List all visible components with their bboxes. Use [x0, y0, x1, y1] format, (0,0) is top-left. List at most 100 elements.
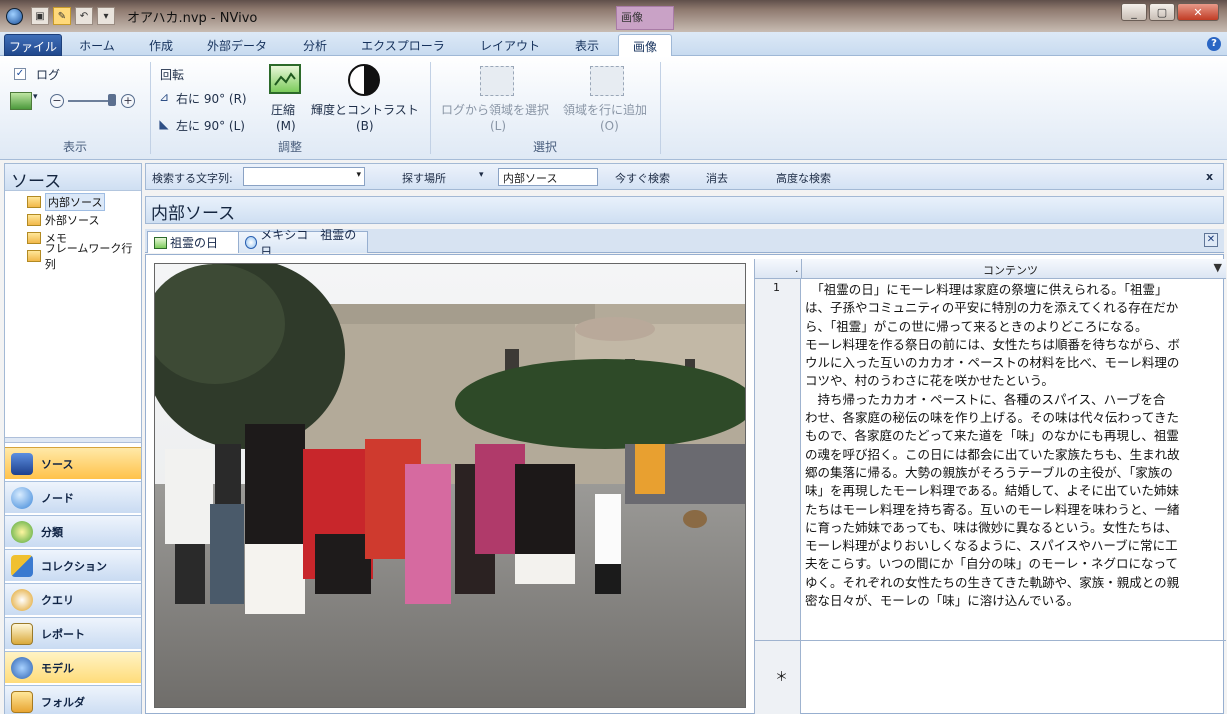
- tab-analyze[interactable]: 分析: [284, 34, 346, 56]
- quick-access-toolbar: ▣ ✎ ↶ ▾: [31, 7, 115, 25]
- content-line: モーレ料理を作る祭日の前には、女性たちは順番を待ちながら、ボ: [805, 336, 1181, 352]
- collections-icon: [11, 554, 33, 577]
- qat-customize-icon[interactable]: ▾: [97, 7, 115, 25]
- tab-home[interactable]: ホーム: [66, 34, 128, 56]
- chevron-down-icon[interactable]: ▾: [356, 170, 361, 180]
- nav-queries-button[interactable]: クエリ: [5, 583, 141, 615]
- add-region-shortcut: (O): [600, 119, 619, 133]
- folder-icon: [27, 214, 41, 226]
- nav-models-button[interactable]: モデル: [5, 651, 141, 683]
- content-line: ら、「祖霊」がこの世に帰って来るときのよりどころになる。: [805, 318, 1148, 334]
- compress-button-label[interactable]: 圧縮: [271, 101, 295, 118]
- maximize-button[interactable]: ▢: [1149, 3, 1175, 21]
- content-line: ゆく。それぞれの女性たちの生きてきた軌跡や、家族・親成との親: [805, 574, 1180, 590]
- log-checkbox[interactable]: ✓: [14, 68, 26, 80]
- window-title: オアハカ.nvp - NVivo: [127, 10, 258, 26]
- rotate-left-icon: ◣: [159, 117, 169, 131]
- row-header-marker: .: [795, 262, 799, 275]
- help-icon[interactable]: ?: [1207, 37, 1221, 51]
- minimize-button[interactable]: _: [1121, 3, 1147, 21]
- filter-icon[interactable]: ▼: [1214, 261, 1222, 274]
- find-now-button[interactable]: 今すぐ検索: [615, 170, 670, 186]
- save-icon[interactable]: ▣: [31, 7, 49, 25]
- tab-create[interactable]: 作成: [132, 34, 190, 56]
- folder-icon: [27, 196, 41, 208]
- log-content-cell[interactable]: 「祖霊の日」にモーレ料理は家庭の祭壇に供えられる。「祖霊」 は、子孫やコミュニテ…: [805, 281, 1225, 610]
- brightness-contrast-icon[interactable]: [348, 64, 380, 96]
- zoom-out-button[interactable]: −: [50, 94, 64, 108]
- photo-image[interactable]: [154, 263, 746, 708]
- log-grid-header: . コンテンツ ▼: [755, 259, 1226, 279]
- nav-nodes-button[interactable]: ノード: [5, 481, 141, 513]
- nav-reports-button[interactable]: レポート: [5, 617, 141, 649]
- row-number[interactable]: 1: [773, 281, 780, 294]
- zoom-in-button[interactable]: +: [121, 94, 135, 108]
- nvivo-app-icon[interactable]: [6, 7, 23, 25]
- tab-file[interactable]: ファイル: [4, 34, 62, 56]
- find-bar: 検索する文字列: ▾ 探す場所 ▾ 内部ソース 今すぐ検索 消去 高度な検索 x: [145, 163, 1224, 190]
- doc-tab-ancestor-day[interactable]: 祖霊の日: [147, 231, 239, 253]
- classifications-icon: [11, 520, 33, 543]
- new-row-marker[interactable]: ＊: [775, 666, 788, 685]
- select-region-from-log-button[interactable]: ログから領域を選択: [441, 101, 549, 118]
- queries-icon: [11, 588, 33, 611]
- rotate-left-button[interactable]: 左に 90° (L): [176, 117, 245, 134]
- folder-icon: [27, 250, 41, 262]
- node-icon: [245, 236, 258, 249]
- nav-classifications-button[interactable]: 分類: [5, 515, 141, 547]
- group-label-select: 選択: [532, 140, 557, 154]
- column-header-content[interactable]: コンテンツ: [983, 262, 1038, 278]
- ribbon-tab-bar: ファイル ホーム 作成 外部データ 分析 エクスプローラ レイアウト 表示 画像: [0, 32, 1227, 56]
- close-find-bar-button[interactable]: x: [1206, 170, 1213, 183]
- doc-tab-mexico-ancestor-day[interactable]: メキシコ 祖霊の日: [238, 228, 368, 259]
- content-line: に育った姉妹であっても、味は微妙に異なるという。女性たちは、: [805, 519, 1178, 535]
- tree-item-framework-matrices[interactable]: フレームワーク行列: [5, 242, 141, 271]
- close-tab-icon[interactable]: ✕: [1204, 233, 1218, 247]
- nav-sources-button[interactable]: ソース: [5, 447, 141, 479]
- content-line: の魂を呼び招く。この日には都会に出ていた家族たちも、生まれ故: [805, 446, 1180, 462]
- select-region-shortcut: (L): [490, 119, 507, 133]
- content-line: 夫をこらす。いつの間にか「自分の味」のモーレ・ネグロになって: [805, 556, 1178, 572]
- zoom-slider-thumb[interactable]: [108, 94, 116, 106]
- nav-collections-button[interactable]: コレクション: [5, 549, 141, 581]
- search-label: 検索する文字列:: [152, 172, 233, 185]
- reports-icon: [11, 622, 33, 645]
- content-line: もので、各家庭のたどって来た道を「味」のなかにも再現し、祖霊: [805, 428, 1179, 444]
- clear-button[interactable]: 消去: [706, 170, 728, 186]
- window-controls: _ ▢ ✕: [1121, 3, 1219, 21]
- search-input[interactable]: ▾: [243, 167, 365, 186]
- tab-picture[interactable]: 画像: [618, 34, 672, 56]
- tab-external-data[interactable]: 外部データ: [194, 34, 280, 56]
- rotate-right-button[interactable]: 右に 90° (R): [176, 90, 247, 107]
- compress-icon[interactable]: [269, 64, 301, 94]
- group-label-adjust: 調整: [277, 140, 302, 154]
- tab-view[interactable]: 表示: [562, 34, 612, 56]
- add-region-to-row-icon: [590, 66, 624, 96]
- close-button[interactable]: ✕: [1177, 3, 1219, 21]
- brightness-contrast-shortcut: (B): [356, 119, 374, 133]
- content-line: わせ、各家庭の秘伝の味を作り上げる。その味は代々伝わってきた: [805, 410, 1180, 426]
- content-line: たちはモーレ料理を持ち寄る。互いのモーレ料理を味わうと、一緒: [805, 501, 1180, 517]
- tab-explore[interactable]: エクスプローラ: [350, 34, 456, 56]
- image-view-icon[interactable]: [10, 92, 32, 110]
- undo-icon[interactable]: ↶: [75, 7, 93, 25]
- advanced-find-button[interactable]: 高度な検索: [776, 170, 831, 186]
- ribbon: ✓ ログ ▾ − + 表示 回転 ⊿ 右に 90° (R) ◣ 左に 90° (…: [0, 56, 1227, 160]
- brightness-contrast-button-label[interactable]: 輝度とコントラスト: [311, 101, 419, 118]
- content-line: 郷の集落に帰る。大勢の親族がそろうテーブルの主役が、「家族の: [805, 464, 1173, 480]
- folder-icon: [11, 690, 33, 713]
- tree-item-externals[interactable]: 外部ソース: [5, 211, 141, 229]
- look-in-value[interactable]: 内部ソース: [498, 168, 598, 186]
- look-in-dropdown-icon[interactable]: ▾: [479, 170, 484, 180]
- context-tab-group-label: 画像: [616, 6, 674, 30]
- chevron-down-icon[interactable]: ▾: [33, 92, 38, 102]
- navigation-pane: ソース 内部ソース 外部ソース メモ フレームワーク行列 ソース ノード 分類 …: [4, 163, 142, 714]
- content-line: 持ち帰ったカカオ・ペーストに、各種のスパイス、ハーブを合: [805, 391, 1166, 407]
- tree-item-internals[interactable]: 内部ソース: [5, 193, 141, 211]
- tab-layout[interactable]: レイアウト: [462, 34, 558, 56]
- edit-icon[interactable]: ✎: [53, 7, 71, 25]
- nav-folders-button[interactable]: フォルダ: [5, 685, 141, 714]
- content-line: 「祖霊の日」にモーレ料理は家庭の祭壇に供えられる。「祖霊」: [805, 282, 1168, 297]
- pane-splitter[interactable]: [5, 437, 141, 443]
- add-region-to-row-button[interactable]: 領域を行に追加: [563, 101, 647, 118]
